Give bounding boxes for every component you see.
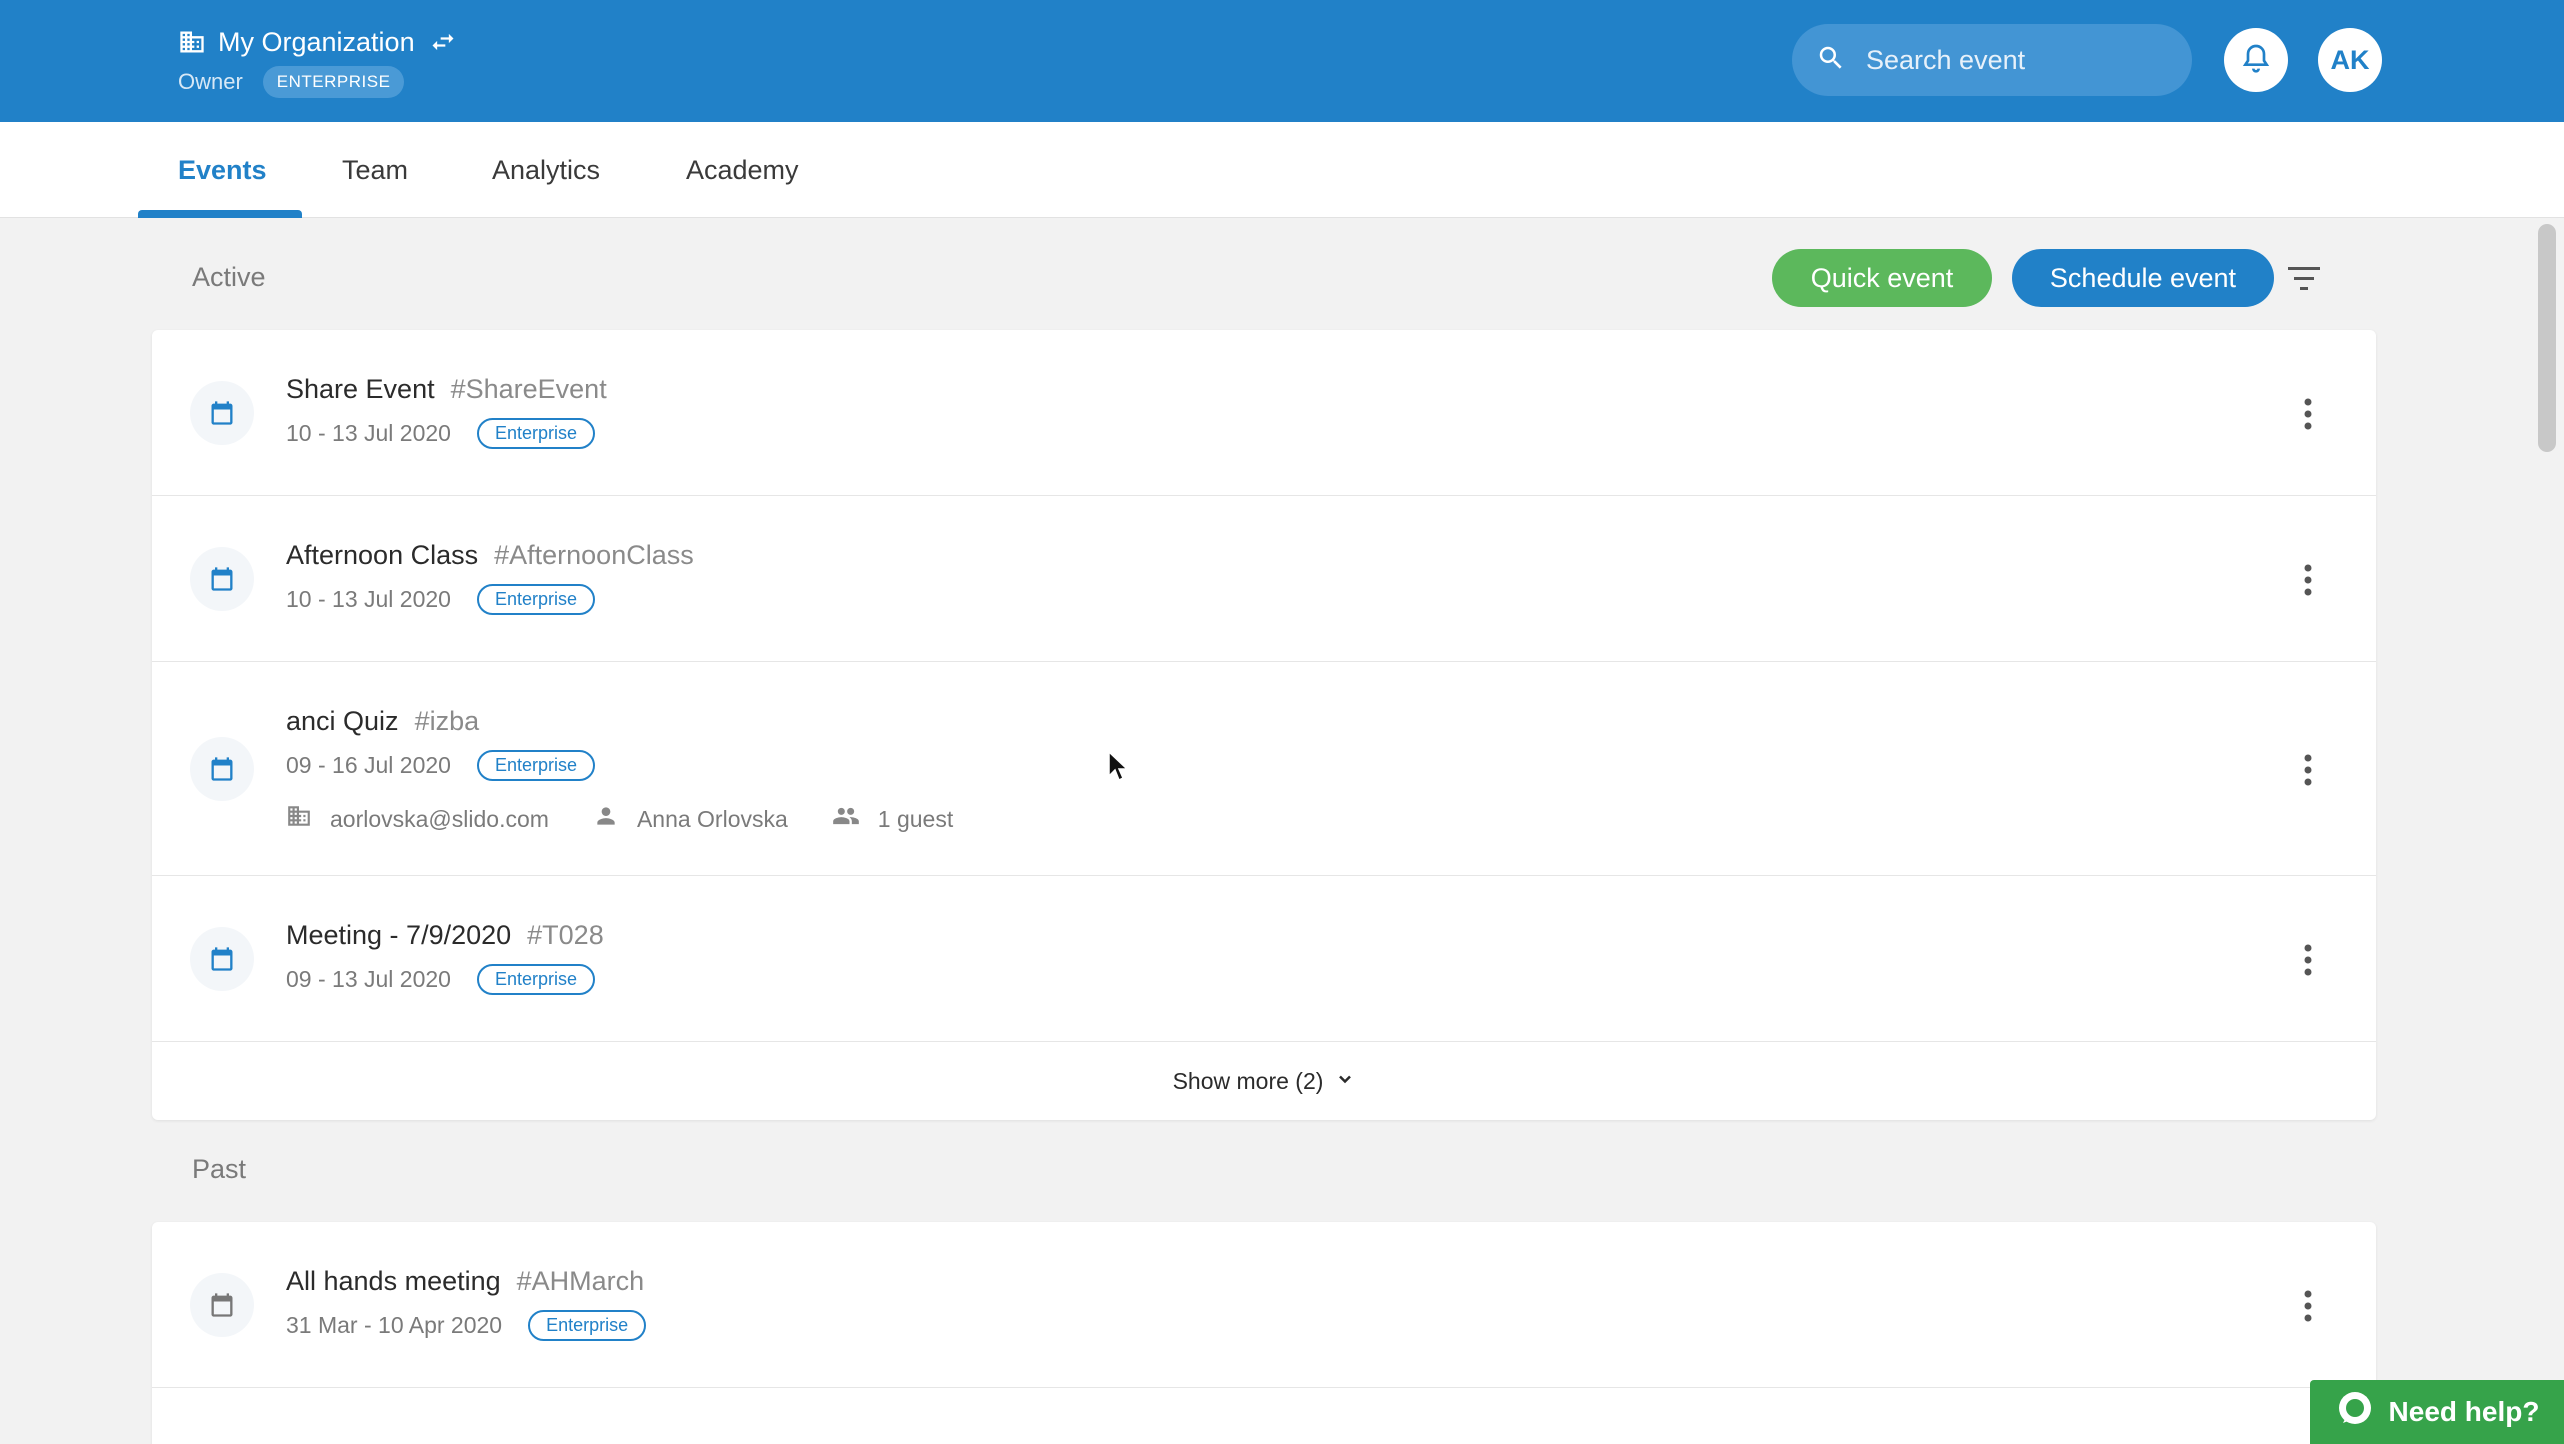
event-title[interactable]: anci Quiz #izba — [286, 706, 479, 737]
event-title[interactable]: Meeting - 7/9/2020 #T028 — [286, 920, 604, 951]
event-date-line: 09 - 13 Jul 2020 Enterprise — [286, 964, 595, 995]
past-events-list: All hands meeting #AHMarch 31 Mar - 10 Ap… — [152, 1222, 2376, 1444]
avatar[interactable]: AK — [2318, 28, 2382, 92]
section-title-past: Past — [192, 1154, 247, 1184]
event-hashtag: #ShareEvent — [450, 374, 607, 404]
event-title[interactable]: Share Event #ShareEvent — [286, 374, 607, 405]
event-owner-name: Anna Orlovska — [636, 805, 788, 832]
plan-badge: Enterprise — [476, 584, 595, 615]
show-more-label: Show more (2) — [1172, 1067, 1324, 1094]
calendar-icon — [190, 547, 254, 611]
show-more-button[interactable]: Show more (2) — [152, 1042, 2376, 1120]
chevron-down-icon — [1323, 1068, 1355, 1095]
building-icon — [286, 803, 330, 835]
calendar-icon — [190, 737, 254, 801]
tab-bar: Events Team Analytics Academy — [0, 122, 2564, 218]
event-org-email: aorlovska@slido.com — [330, 805, 549, 832]
event-guest-count: 1 guest — [877, 805, 954, 832]
event-hashtag: #AfternoonClass — [494, 540, 694, 570]
organization-switcher[interactable]: My Organization Owner ENTERPRISE — [178, 22, 457, 98]
calendar-icon — [190, 381, 254, 445]
event-title[interactable]: All hands meeting #AHMarch — [286, 1266, 644, 1297]
user-role: Owner — [178, 69, 243, 94]
event-date: 09 - 16 Jul 2020 — [286, 752, 451, 778]
event-date-line: 09 - 16 Jul 2020 Enterprise — [286, 750, 595, 781]
search-placeholder: Search event — [1866, 44, 2026, 75]
notifications-button[interactable] — [2224, 28, 2288, 92]
organization-name[interactable]: My Organization — [218, 27, 415, 58]
plan-badge: ENTERPRISE — [262, 66, 405, 98]
switch-arrows-icon[interactable] — [429, 28, 457, 56]
more-options-icon[interactable] — [2302, 752, 2314, 793]
schedule-event-button[interactable]: Schedule event — [2012, 249, 2274, 307]
mouse-cursor-icon — [1107, 750, 1131, 789]
event-date-line: 10 - 13 Jul 2020 Enterprise — [286, 584, 595, 615]
active-events-list: Share Event #ShareEvent 10 - 13 Jul 2020 E… — [152, 330, 2376, 1120]
event-hashtag: #AHMarch — [516, 1266, 645, 1296]
tab-events[interactable]: Events — [178, 122, 267, 218]
plan-badge: Enterprise — [476, 750, 595, 781]
event-date: 10 - 13 Jul 2020 — [286, 586, 451, 612]
more-options-icon[interactable] — [2302, 942, 2314, 983]
event-row[interactable]: Share Event #ShareEvent 10 - 13 Jul 2020 E… — [152, 330, 2376, 496]
people-icon — [832, 802, 878, 836]
plan-badge: Enterprise — [476, 964, 595, 995]
chat-bubble-icon — [2335, 1389, 2389, 1436]
need-help-button[interactable]: Need help? — [2310, 1380, 2564, 1444]
need-help-label: Need help? — [2388, 1396, 2540, 1427]
more-options-icon[interactable] — [2302, 562, 2314, 603]
event-hashtag: #T028 — [527, 920, 604, 950]
plan-badge: Enterprise — [476, 418, 595, 449]
scrollbar-thumb[interactable] — [2538, 224, 2556, 452]
event-date-line: 10 - 13 Jul 2020 Enterprise — [286, 418, 595, 449]
tab-analytics[interactable]: Analytics — [492, 122, 600, 218]
event-date-line: 31 Mar - 10 Apr 2020 Enterprise — [286, 1310, 647, 1341]
event-row[interactable]: Meeting - 7/9/2020 #T028 09 - 13 Jul 2020… — [152, 876, 2376, 1042]
section-title-active: Active — [192, 262, 266, 292]
event-row[interactable]: All hands meeting #AHMarch 31 Mar - 10 Ap… — [152, 1222, 2376, 1388]
event-row[interactable]: Afternoon Class #AfternoonClass 10 - 13 J… — [152, 496, 2376, 662]
event-date: 10 - 13 Jul 2020 — [286, 420, 451, 446]
plan-badge: Enterprise — [528, 1310, 647, 1341]
filter-icon[interactable] — [2288, 264, 2320, 299]
event-owner: Anna Orlovska — [593, 803, 788, 835]
top-bar: My Organization Owner ENTERPRISE Search … — [0, 0, 2564, 122]
active-tab-indicator — [138, 210, 302, 218]
search-icon — [1816, 43, 1846, 78]
tab-academy[interactable]: Academy — [686, 122, 799, 218]
event-organization: aorlovska@slido.com — [286, 803, 549, 835]
tab-team[interactable]: Team — [342, 122, 408, 218]
calendar-icon — [190, 927, 254, 991]
event-date: 09 - 13 Jul 2020 — [286, 966, 451, 992]
more-options-icon[interactable] — [2302, 396, 2314, 437]
more-options-icon[interactable] — [2302, 1288, 2314, 1329]
event-meta: aorlovska@slido.com Anna Orlovska 1 gues… — [286, 802, 997, 836]
person-icon — [593, 803, 637, 835]
event-guests: 1 guest — [832, 802, 953, 836]
building-icon — [178, 28, 206, 56]
quick-event-button[interactable]: Quick event — [1772, 249, 1992, 307]
event-title[interactable]: Afternoon Class #AfternoonClass — [286, 540, 694, 571]
event-hashtag: #izba — [414, 706, 480, 736]
event-row[interactable]: anci Quiz #izba 09 - 16 Jul 2020 Enterpris… — [152, 662, 2376, 876]
calendar-icon — [190, 1273, 254, 1337]
event-date: 31 Mar - 10 Apr 2020 — [286, 1312, 503, 1338]
bell-icon — [2240, 42, 2272, 79]
search-input[interactable]: Search event — [1792, 24, 2192, 96]
